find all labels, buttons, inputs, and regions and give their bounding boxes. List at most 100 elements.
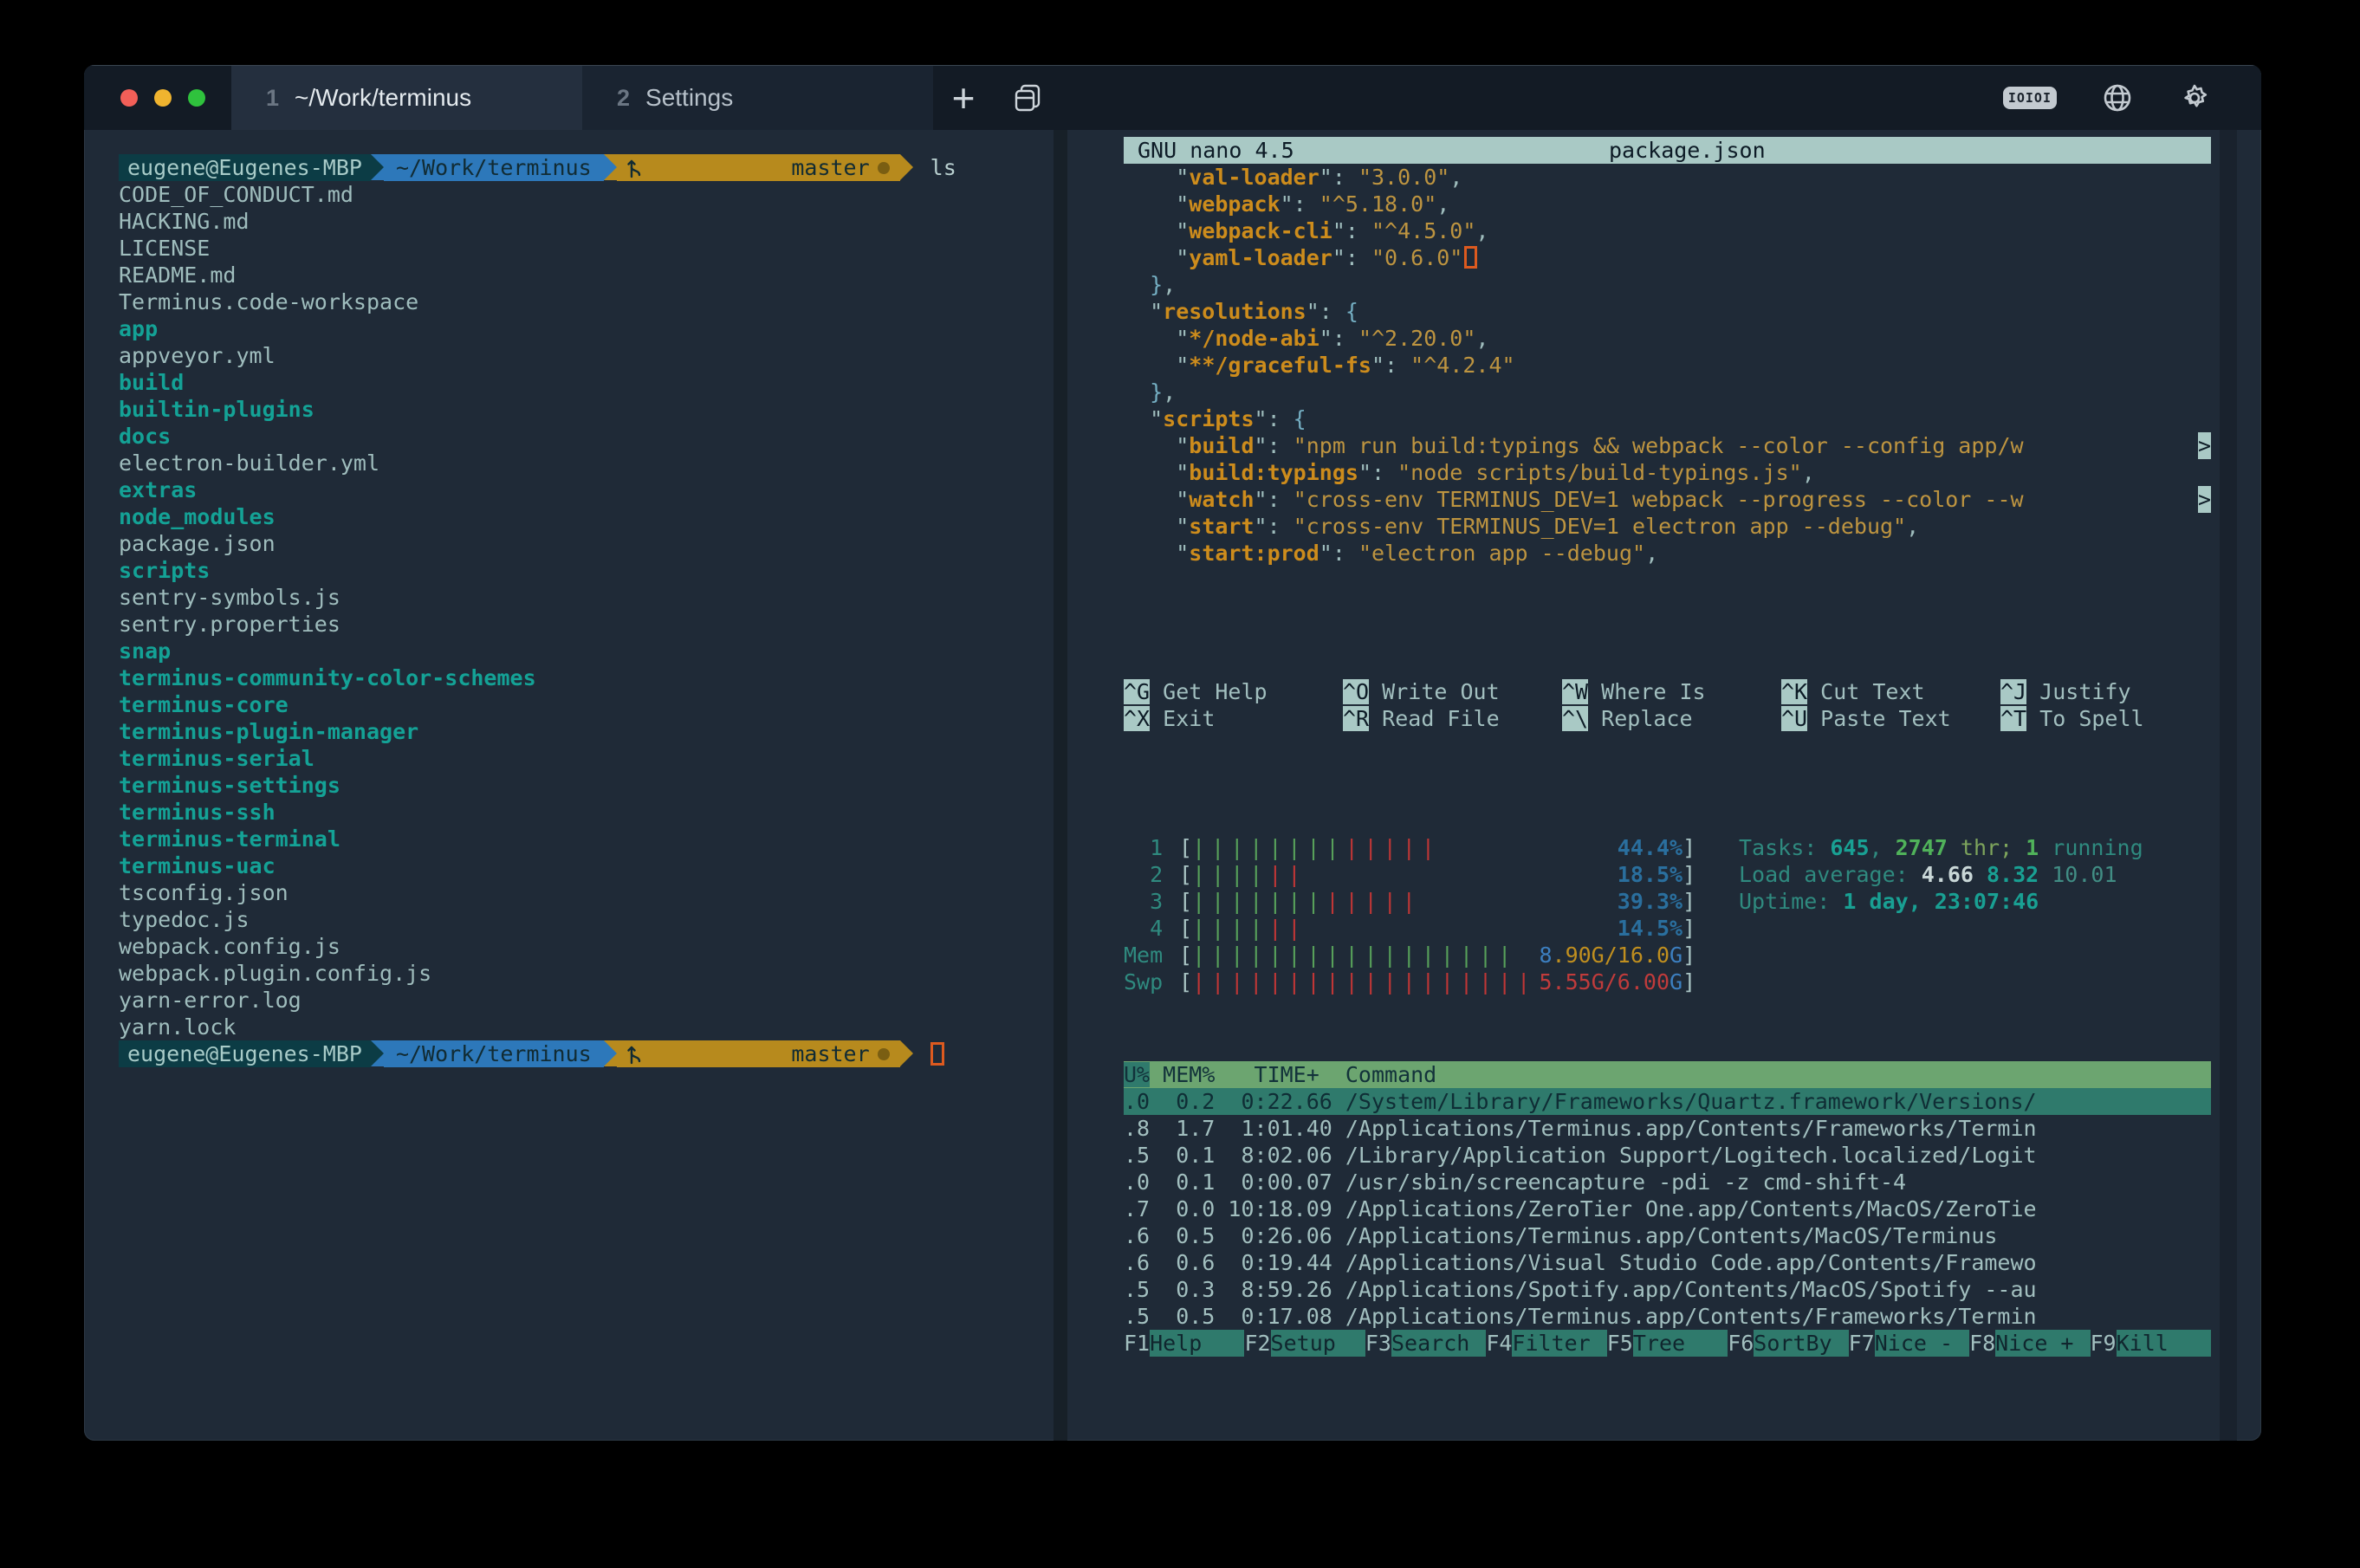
nano-text-segment: "cross-env TERMINUS_DEV=1 electron app -… [1293,514,1906,539]
terminal-pane-right[interactable]: GNU nano 4.5 package.json "val-loader": … [1067,130,2261,1441]
htop-meter: Swp[||||||||||||||||||5.55G/6.00G] [1124,969,1695,995]
nano-shortcut[interactable]: ^X Exit [1124,705,1343,732]
htop-table-header[interactable]: U% MEM% TIME+ Command [1124,1061,2211,1088]
file-entry: app [119,315,1054,342]
file-entry: README.md [119,262,1054,288]
file-entry: terminus-core [119,691,1054,718]
prompt-user-segment: eugene@Eugenes-MBP [119,154,371,181]
split-windows-button[interactable] [994,66,1063,130]
meter-bar-tick: | [1326,835,1339,860]
meter-bar-tick: | [1211,969,1224,995]
process-row[interactable]: .7 0.0 10:18.09 /Applications/ZeroTier O… [1124,1195,2211,1222]
sort-column-header[interactable]: U% [1124,1062,1150,1087]
fkey-name: F7 [1849,1330,1875,1357]
nano-text-segment: "cross-env TERMINUS_DEV=1 webpack --prog… [1293,487,2024,512]
fkey-button[interactable]: F4Filter [1486,1330,1606,1357]
fkey-button[interactable]: F9Kill [2091,1330,2211,1357]
globe-icon[interactable] [2102,82,2133,113]
fkey-button[interactable]: F2Setup [1244,1330,1365,1357]
file-entry: package.json [119,530,1054,557]
file-entry: Terminus.code-workspace [119,288,1054,315]
meter-bar-tick: | [1384,889,1397,914]
tab-title: ~/Work/terminus [295,84,471,112]
process-row[interactable]: .8 1.7 1:01.40 /Applications/Terminus.ap… [1124,1115,2211,1142]
meter-value-segment: 5.55G/6.00 [1539,969,1670,995]
meter-zone: |||||||||||||44.4% [1192,834,1682,861]
zoom-button[interactable] [188,89,205,107]
nano-text-segment: ": [1255,406,1293,431]
meter-value-segment: G [1670,943,1682,968]
shortcut-key: ^O [1343,679,1369,704]
fkey-button[interactable]: F8Nice + [1969,1330,2090,1357]
shortcut-label: Read File [1369,706,1500,731]
nano-shortcut[interactable]: ^J Justify [2000,678,2220,705]
htop-meter: Mem[|||||||||||||||||8.90G/16.0G] [1124,942,1695,969]
close-button[interactable] [120,89,138,107]
meter-bracket: [ [1179,942,1192,969]
serial-ports-icon[interactable]: IOIOI [2003,87,2057,109]
nano-shortcut[interactable]: ^W Where Is [1562,678,1781,705]
git-branch-name: master [791,1040,869,1067]
nano-shortcut[interactable]: ^K Cut Text [1781,678,2000,705]
powerline-arrow [900,154,913,180]
meter-bar-tick: | [1345,969,1358,995]
scrollbar[interactable] [2220,130,2237,1441]
process-row[interactable]: .5 0.1 8:02.06 /Library/Application Supp… [1124,1142,2211,1169]
tab-work-terminus[interactable]: 1 ~/Work/terminus [231,66,582,130]
meter-zone: ||||||||||||||||||5.55G/6.00G [1192,969,1682,995]
window-content: eugene@Eugenes-MBP ~/Work/terminus [84,130,2261,1441]
fkey-button[interactable]: F7Nice - [1849,1330,1969,1357]
meter-label: 3 [1124,888,1179,915]
meter-bar-tick: | [1249,916,1262,941]
htop-meter: 4 [||||||14.5%] [1124,915,1695,942]
meter-bar-tick: | [1345,889,1358,914]
meter-bracket: ] [1682,969,1695,995]
nano-shortcut[interactable]: ^\ Replace [1562,705,1781,732]
settings-gear-icon[interactable] [2178,81,2211,114]
nano-shortcut[interactable]: ^T To Spell [2000,705,2220,732]
nano-text-segment: } [1124,272,1163,297]
fkey-button[interactable]: F6SortBy [1728,1330,1848,1357]
meter-bar-tick: | [1287,943,1300,968]
terminal-pane-left[interactable]: eugene@Eugenes-MBP ~/Work/terminus [84,130,1054,1441]
prompt-line-current: eugene@Eugenes-MBP ~/Work/terminus [119,1040,1054,1067]
nano-shortcut[interactable]: ^G Get Help [1124,678,1343,705]
fkey-button[interactable]: F5Tree [1607,1330,1728,1357]
meter-bar-tick: | [1268,889,1281,914]
stats-segment: thr; [1948,835,2026,860]
nano-shortcut[interactable]: ^R Read File [1343,705,1562,732]
meter-bar-tick: | [1422,969,1435,995]
process-row[interactable]: .5 0.3 8:59.26 /Applications/Spotify.app… [1124,1276,2211,1303]
powerline-arrow [604,1040,617,1066]
nano-editor: GNU nano 4.5 package.json "val-loader": … [1124,137,2211,732]
file-entry: LICENSE [119,235,1054,262]
stats-segment: 10.01 [2052,862,2117,887]
process-row[interactable]: .0 0.1 0:00.07 /usr/sbin/screencapture -… [1124,1169,2211,1195]
process-row[interactable]: .0 0.2 0:22.66 /System/Library/Framework… [1124,1088,2211,1115]
nano-shortcut[interactable]: ^U Paste Text [1781,705,2000,732]
nano-shortcut[interactable]: ^O Write Out [1343,678,1562,705]
nano-cursor [1464,246,1477,269]
ls-output: CODE_OF_CONDUCT.mdHACKING.mdLICENSEREADM… [119,181,1054,1040]
meter-bar-tick: | [1287,916,1300,941]
pane-divider[interactable] [1054,130,1067,1441]
process-row[interactable]: .5 0.5 0:17.08 /Applications/Terminus.ap… [1124,1303,2211,1330]
process-row[interactable]: .6 0.6 0:19.44 /Applications/Visual Stud… [1124,1249,2211,1276]
nano-text-segment: , [1475,326,1488,351]
nano-text-segment: " [1124,191,1189,217]
stats-segment: 645 [1830,835,1869,860]
fkey-button[interactable]: F1Help [1124,1330,1244,1357]
meter-bar-tick: | [1268,969,1281,995]
shortcut-label: Where Is [1588,679,1705,704]
nano-line: "val-loader": "3.0.0", [1124,164,2211,191]
new-tab-button[interactable]: + [933,66,994,130]
minimize-button[interactable] [154,89,172,107]
tab-settings[interactable]: 2 Settings [582,66,933,130]
nano-text-segment: " [1124,487,1189,512]
meter-value: 39.3% [1618,888,1682,915]
fkey-button[interactable]: F3Search [1365,1330,1486,1357]
titlebar-icons: IOIOI [2003,66,2261,130]
file-entry: terminus-settings [119,772,1054,799]
meter-bar-tick: | [1479,969,1492,995]
process-row[interactable]: .6 0.5 0:26.06 /Applications/Terminus.ap… [1124,1222,2211,1249]
